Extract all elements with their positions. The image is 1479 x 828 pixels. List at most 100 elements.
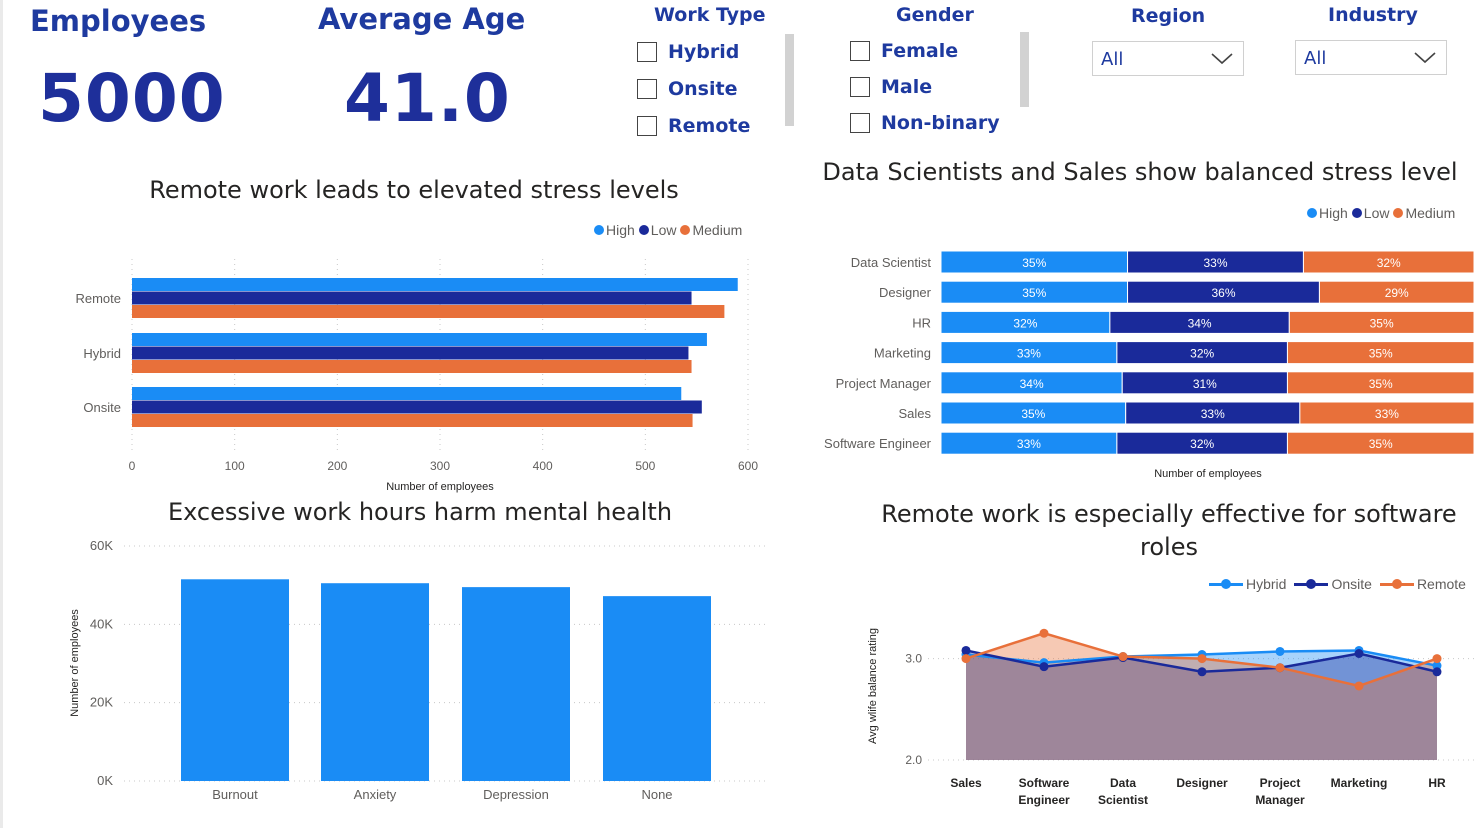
bar: [132, 387, 682, 400]
y-tick-label: Data Scientist: [851, 255, 932, 270]
legend-swatch: [638, 225, 649, 235]
average-age-kpi-value: 41.0: [344, 60, 511, 137]
chart-legend: Hybrid Onsite Remote: [1205, 576, 1466, 592]
data-point: [1354, 681, 1364, 691]
bar: [603, 596, 711, 781]
gender-scrollbar[interactable]: [1020, 32, 1029, 107]
gender-option-male[interactable]: Male: [850, 74, 1000, 100]
x-tick-label: Burnout: [212, 787, 258, 802]
work-type-option-hybrid[interactable]: Hybrid: [637, 39, 750, 65]
legend-label: High: [1319, 205, 1348, 221]
data-label: 32%: [1377, 256, 1401, 270]
legend-label: Hybrid: [1246, 576, 1287, 592]
data-point: [961, 654, 971, 664]
gender-option-label: Female: [881, 40, 959, 62]
x-tick-label: 600: [738, 459, 758, 473]
gender-option-female[interactable]: Female: [850, 38, 1000, 64]
industry-dropdown[interactable]: All: [1295, 40, 1447, 75]
x-tick-label: Software Engineer: [1018, 776, 1070, 807]
y-tick-label: 2.0: [905, 753, 922, 767]
data-label: 36%: [1211, 286, 1235, 300]
legend-label: Low: [1363, 205, 1390, 221]
legend-label: Medium: [1405, 205, 1456, 221]
x-tick-label: Data Scientist: [1098, 776, 1148, 807]
y-tick-label: 3.0: [905, 652, 922, 666]
data-label: 35%: [1369, 347, 1393, 361]
industry-selected-value: All: [1304, 48, 1327, 69]
checkbox[interactable]: [637, 116, 657, 136]
checkbox[interactable]: [850, 41, 870, 61]
data-label: 33%: [1203, 256, 1227, 270]
data-label: 35%: [1369, 437, 1393, 451]
checkbox[interactable]: [637, 42, 657, 62]
region-dropdown[interactable]: All: [1092, 41, 1244, 76]
bar: [462, 587, 570, 781]
y-tick-label: Onsite: [83, 400, 121, 415]
legend-swatch: [1351, 208, 1362, 218]
work-type-scrollbar[interactable]: [785, 34, 794, 126]
y-axis-label: Avg wlife balance rating: [867, 628, 879, 744]
data-label: 33%: [1201, 407, 1225, 421]
legend-swatch: [1393, 208, 1404, 218]
data-label: 33%: [1017, 437, 1041, 451]
legend-item-low: Low: [638, 222, 677, 238]
data-label: 34%: [1188, 316, 1212, 330]
bar: [132, 305, 725, 318]
x-tick-label: 500: [635, 459, 655, 473]
y-axis-label: Number of employees: [69, 609, 81, 717]
bar: [181, 579, 289, 781]
legend-label: Low: [650, 222, 677, 238]
chart-title: Remote work is especially effective for …: [881, 500, 1457, 561]
data-point: [1039, 662, 1049, 672]
chart-legend: High Low Medium: [590, 222, 742, 238]
work-type-slicer: Hybrid Onsite Remote: [637, 39, 750, 139]
x-axis-label: Number of employees: [386, 481, 494, 493]
chart-legend: High Low Medium: [1303, 205, 1455, 221]
data-point: [1118, 652, 1128, 662]
average-age-kpi-label: Average Age: [318, 2, 526, 36]
legend-label: High: [606, 222, 635, 238]
legend-item-medium: Medium: [1393, 205, 1455, 221]
data-point: [1275, 663, 1285, 673]
x-tick-label: Anxiety: [354, 787, 397, 802]
data-label: 35%: [1022, 256, 1046, 270]
gender-option-non-binary[interactable]: Non-binary: [850, 110, 1000, 136]
x-tick-label: Marketing: [1331, 776, 1388, 790]
legend-swatch: [1379, 579, 1414, 589]
data-point: [1432, 654, 1442, 664]
bar: [132, 360, 692, 373]
x-tick-label: Designer: [1176, 776, 1228, 790]
checkbox[interactable]: [850, 113, 870, 133]
data-point: [1197, 654, 1207, 664]
legend-item-onsite: Onsite: [1294, 576, 1372, 592]
work-type-option-label: Hybrid: [668, 41, 740, 63]
chart-title: Data Scientists and Sales show balanced …: [822, 158, 1458, 186]
work-type-option-label: Onsite: [668, 78, 738, 100]
x-tick-label: 100: [225, 459, 245, 473]
legend-swatch: [1307, 208, 1317, 218]
checkbox[interactable]: [850, 77, 870, 97]
bar: [132, 278, 738, 291]
y-tick-label: Remote: [75, 291, 121, 306]
gender-slicer-title: Gender: [896, 4, 974, 26]
legend-label: Remote: [1416, 576, 1466, 592]
data-point: [1197, 667, 1207, 677]
data-label: 32%: [1013, 316, 1037, 330]
data-point: [1432, 667, 1442, 677]
y-tick-label: 60K: [90, 538, 113, 553]
chart-title: Excessive work hours harm mental health: [167, 498, 673, 526]
legend-label: Onsite: [1331, 576, 1372, 592]
work-type-option-onsite[interactable]: Onsite: [637, 76, 750, 102]
region-slicer-title: Region: [1131, 5, 1206, 27]
data-label: 34%: [1020, 377, 1044, 391]
industry-slicer-title: Industry: [1328, 4, 1418, 26]
data-label: 32%: [1190, 437, 1214, 451]
data-point: [1275, 646, 1285, 656]
bar: [132, 414, 693, 427]
checkbox[interactable]: [637, 79, 657, 99]
legend-label: Medium: [692, 222, 743, 238]
x-tick-label: 0: [129, 459, 136, 473]
work-type-option-remote[interactable]: Remote: [637, 113, 750, 139]
x-tick-label: 300: [430, 459, 450, 473]
stress-by-job-role-chart: Data Scientist 35% 33% 32% Designer 35% 36% 29%…: [824, 250, 1475, 480]
